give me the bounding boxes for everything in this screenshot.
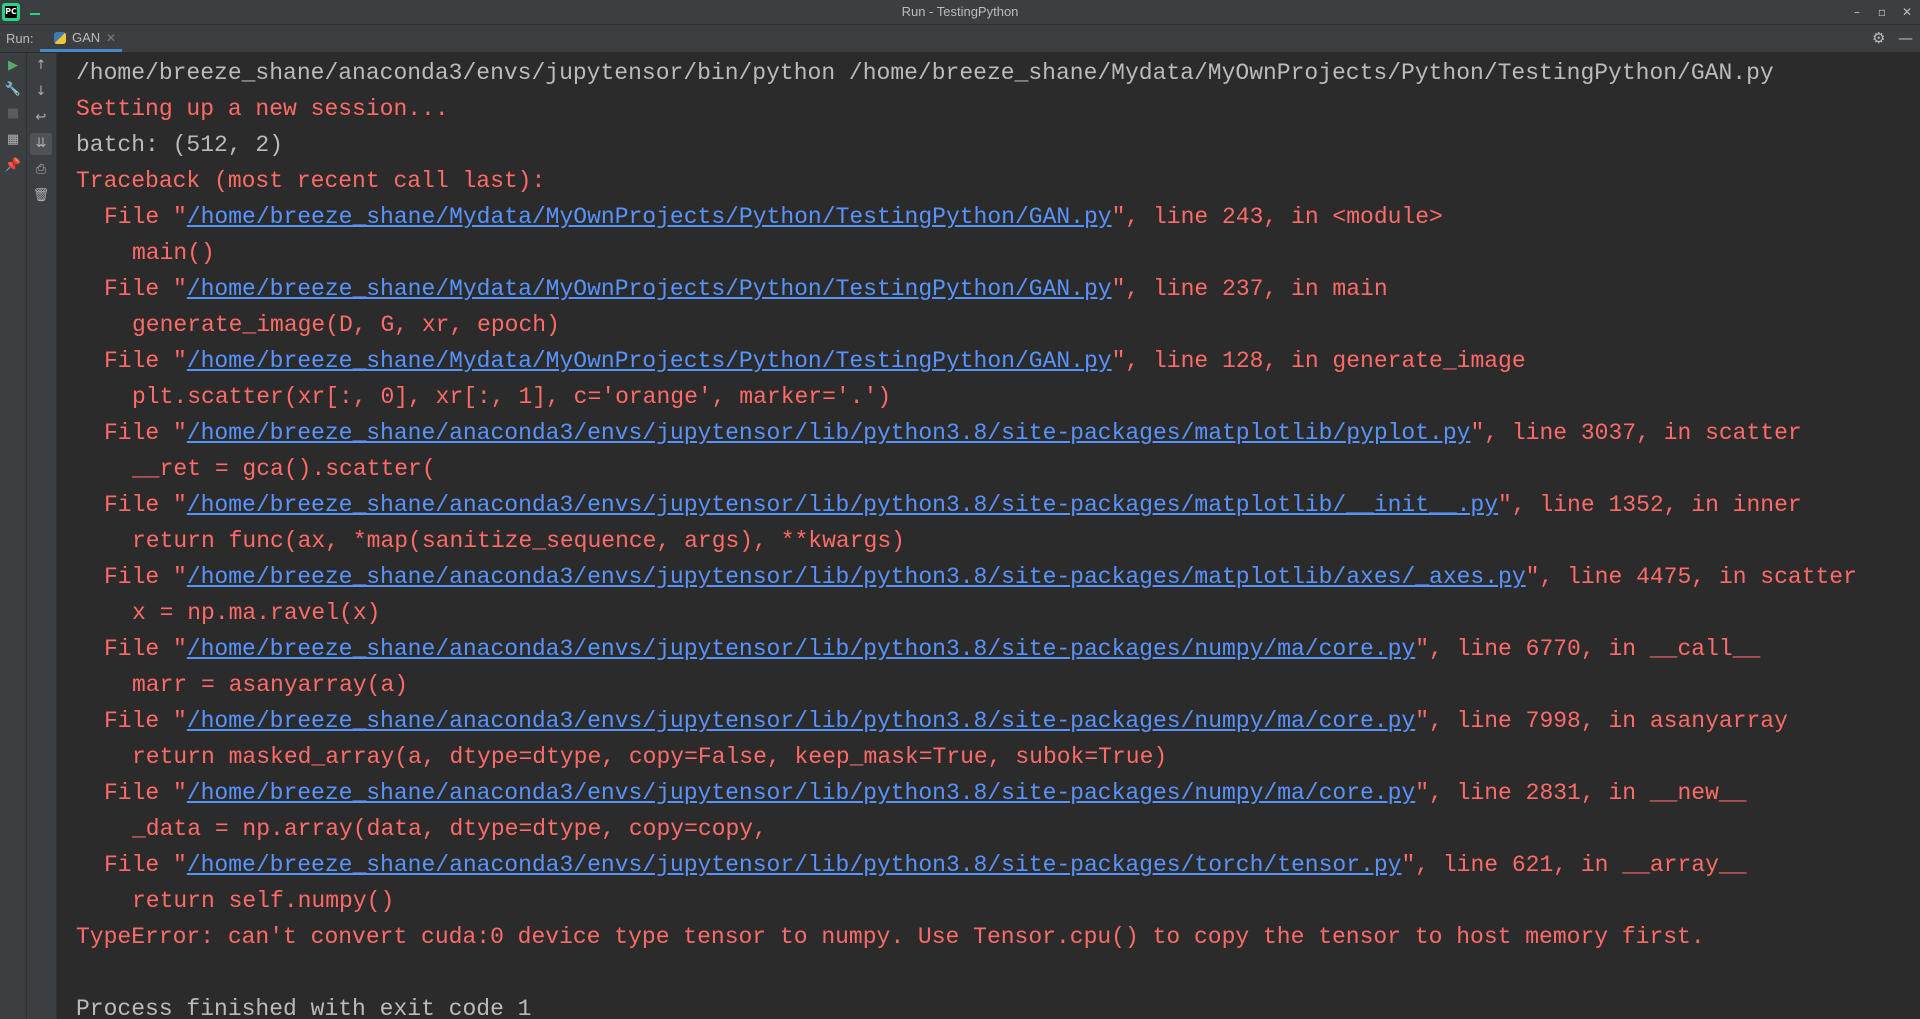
traceback-file-line: File "/home/breeze_shane/anaconda3/envs/… — [76, 847, 1747, 883]
run-label: Run: — [6, 31, 34, 46]
traceback-code-line: return self.numpy() — [132, 888, 395, 914]
window-title: Run - TestingPython — [901, 4, 1019, 19]
run-toolbar: Run: GAN ✕ ⚙ — — [0, 25, 1920, 53]
traceback-code-line: main() — [132, 240, 215, 266]
close-window-icon[interactable]: ✕ — [1897, 2, 1917, 22]
title-bar: PC Run - TestingPython – ▫ ✕ — [0, 0, 1920, 25]
file-path-link[interactable]: /home/breeze_shane/Mydata/MyOwnProjects/… — [187, 204, 1112, 230]
traceback-code-line: return masked_array(a, dtype=dtype, copy… — [132, 744, 1168, 770]
scroll-to-end-icon[interactable]: ⇊ — [30, 133, 52, 155]
minimize-window-icon[interactable]: – — [1847, 2, 1867, 22]
frame-location: ", line 1352, in inner — [1498, 492, 1802, 518]
traceback-file-line: File "/home/breeze_shane/anaconda3/envs/… — [76, 487, 1802, 523]
traceback-header: Traceback (most recent call last): — [76, 168, 546, 194]
run-actions-gutter: ▶ 🔧 ■ ▦ 📌 — [0, 53, 27, 1019]
file-prefix: File " — [104, 852, 187, 878]
close-tab-icon[interactable]: ✕ — [106, 25, 116, 51]
arrow-up-icon[interactable]: ↑ — [30, 55, 52, 77]
file-prefix: File " — [104, 420, 187, 446]
traceback-code-line: return func(ax, *map(sanitize_sequence, … — [132, 528, 905, 554]
error-message: TypeError: can't convert cuda:0 device t… — [76, 924, 1705, 950]
file-path-link[interactable]: /home/breeze_shane/anaconda3/envs/jupyte… — [187, 780, 1415, 806]
traceback-code-line: __ret = gca().scatter( — [132, 456, 436, 482]
maximize-window-icon[interactable]: ▫ — [1872, 2, 1892, 22]
file-path-link[interactable]: /home/breeze_shane/Mydata/MyOwnProjects/… — [187, 276, 1112, 302]
soft-wrap-icon[interactable]: ↩ — [30, 107, 52, 129]
traceback-file-line: File "/home/breeze_shane/anaconda3/envs/… — [76, 631, 1760, 667]
file-path-link[interactable]: /home/breeze_shane/anaconda3/envs/jupyte… — [187, 564, 1526, 590]
file-path-link[interactable]: /home/breeze_shane/anaconda3/envs/jupyte… — [187, 852, 1402, 878]
traceback-file-line: File "/home/breeze_shane/anaconda3/envs/… — [76, 415, 1802, 451]
play-icon[interactable]: ▶ — [2, 55, 24, 77]
console-output[interactable]: /home/breeze_shane/anaconda3/envs/jupyte… — [57, 53, 1920, 1019]
file-prefix: File " — [104, 492, 187, 518]
traceback-code-line: _data = np.array(data, dtype=dtype, copy… — [132, 816, 767, 842]
file-prefix: File " — [104, 204, 187, 230]
frame-location: ", line 2831, in __new__ — [1415, 780, 1747, 806]
file-path-link[interactable]: /home/breeze_shane/anaconda3/envs/jupyte… — [187, 636, 1415, 662]
file-prefix: File " — [104, 780, 187, 806]
stop-icon[interactable]: ■ — [2, 103, 24, 125]
file-path-link[interactable]: /home/breeze_shane/anaconda3/envs/jupyte… — [187, 492, 1498, 518]
frame-location: ", line 6770, in __call__ — [1415, 636, 1761, 662]
traceback-file-line: File "/home/breeze_shane/Mydata/MyOwnPro… — [76, 271, 1388, 307]
traceback-code-line: marr = asanyarray(a) — [132, 672, 409, 698]
file-path-link[interactable]: /home/breeze_shane/Mydata/MyOwnProjects/… — [187, 348, 1112, 374]
traceback-file-line: File "/home/breeze_shane/anaconda3/envs/… — [76, 703, 1788, 739]
traceback-code-line: x = np.ma.ravel(x) — [132, 600, 381, 626]
trash-icon[interactable]: 🗑 — [30, 185, 52, 207]
frame-location: ", line 128, in generate_image — [1111, 348, 1526, 374]
frame-location: ", line 3037, in scatter — [1470, 420, 1802, 446]
traceback-file-line: File "/home/breeze_shane/anaconda3/envs/… — [76, 775, 1747, 811]
traceback-file-line: File "/home/breeze_shane/Mydata/MyOwnPro… — [76, 343, 1526, 379]
batch-message: batch: (512, 2) — [76, 132, 284, 158]
traceback-code-line: plt.scatter(xr[:, 0], xr[:, 1], c='orang… — [132, 384, 892, 410]
traceback-code-line: generate_image(D, G, xr, epoch) — [132, 312, 560, 338]
file-prefix: File " — [104, 708, 187, 734]
frame-location: ", line 4475, in scatter — [1525, 564, 1857, 590]
file-prefix: File " — [104, 564, 187, 590]
command-line: /home/breeze_shane/anaconda3/envs/jupyte… — [76, 60, 1774, 86]
file-path-link[interactable]: /home/breeze_shane/anaconda3/envs/jupyte… — [187, 420, 1471, 446]
exit-message: Process finished with exit code 1 — [76, 996, 532, 1019]
pin-icon[interactable]: 📌 — [2, 155, 24, 177]
frame-location: ", line 621, in __array__ — [1401, 852, 1747, 878]
python-file-icon — [54, 32, 66, 44]
wrench-icon[interactable]: 🔧 — [2, 79, 24, 101]
traceback-file-line: File "/home/breeze_shane/Mydata/MyOwnPro… — [76, 199, 1443, 235]
arrow-down-icon[interactable]: ↓ — [30, 81, 52, 103]
frame-location: ", line 7998, in asanyarray — [1415, 708, 1788, 734]
file-prefix: File " — [104, 636, 187, 662]
minimize-icon[interactable]: — — [1898, 25, 1913, 52]
file-path-link[interactable]: /home/breeze_shane/anaconda3/envs/jupyte… — [187, 708, 1415, 734]
console-actions-gutter: ↑ ↓ ↩ ⇊ ⎙ 🗑 — [27, 53, 57, 1019]
file-prefix: File " — [104, 348, 187, 374]
gear-icon[interactable]: ⚙ — [1872, 25, 1885, 52]
frame-location: ", line 243, in <module> — [1111, 204, 1443, 230]
tab-label: GAN — [72, 30, 101, 45]
frame-location: ", line 237, in main — [1111, 276, 1388, 302]
traceback-file-line: File "/home/breeze_shane/anaconda3/envs/… — [76, 559, 1857, 595]
session-message: Setting up a new session... — [76, 96, 449, 122]
file-prefix: File " — [104, 276, 187, 302]
tab-gan[interactable]: GAN ✕ — [40, 25, 122, 52]
print-icon[interactable]: ⎙ — [30, 159, 52, 181]
layout-icon[interactable]: ▦ — [2, 129, 24, 151]
